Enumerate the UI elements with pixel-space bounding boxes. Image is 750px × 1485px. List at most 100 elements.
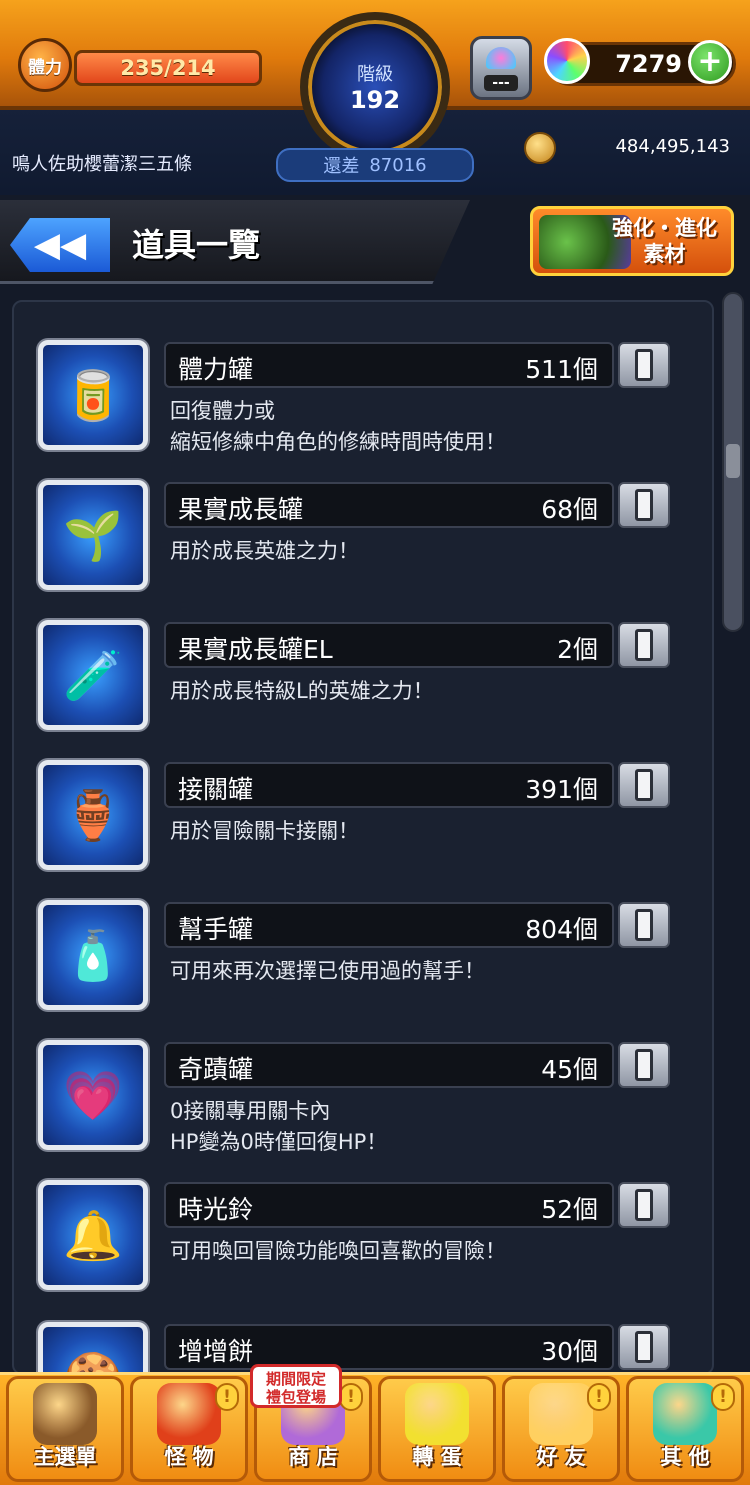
item-count: 30個 — [541, 1337, 598, 1366]
item-row[interactable]: 🧴 幫手罐 804個可用來再次選擇已使用過的幫手！ — [38, 900, 678, 1024]
item-description: 0接關專用關卡內 HP變為0時僅回復HP！ — [170, 1099, 388, 1154]
material-label-line1: 強化・進化 — [612, 216, 717, 240]
rank-badge[interactable]: 階級 192 — [300, 12, 450, 162]
item-info-button[interactable] — [618, 482, 670, 528]
egg-icon — [405, 1383, 469, 1445]
item-description: 可用喚回冒險功能喚回喜歡的冒險！ — [170, 1239, 506, 1263]
material-label-line2: 素材 — [643, 242, 686, 266]
item-count: 52個 — [541, 1195, 598, 1224]
item-description: 用於冒險關卡接關！ — [170, 819, 359, 843]
material-button[interactable]: 強化・進化 素材 — [530, 206, 734, 276]
orb-count: 7279 — [615, 50, 682, 78]
item-header: 時光鈴 52個 — [164, 1182, 614, 1228]
info-icon — [635, 1189, 653, 1221]
item-count: 511個 — [525, 355, 598, 384]
nav-label: 好 友 — [536, 1445, 586, 1469]
can-icon: 🥫 — [38, 340, 148, 450]
gacha-count: --- — [484, 75, 518, 91]
item-row[interactable]: 🔔 時光鈴 52個可用喚回冒險功能喚回喜歡的冒險！ — [38, 1180, 678, 1304]
item-name: 增增餅 — [178, 1337, 254, 1366]
scrollbar-grip[interactable] — [726, 444, 740, 478]
nav-label: 其 他 — [660, 1445, 710, 1469]
item-name: 幫手罐 — [178, 915, 254, 944]
nav-egg[interactable]: 轉 蛋 — [378, 1376, 496, 1482]
info-icon — [635, 769, 653, 801]
back-button[interactable]: ◀◀ — [10, 218, 110, 272]
item-header: 奇蹟罐 45個 — [164, 1042, 614, 1088]
item-description: 用於成長特級L的英雄之力！ — [170, 679, 434, 703]
item-info-button[interactable] — [618, 1324, 670, 1370]
page-title: 道具一覽 — [132, 226, 261, 264]
item-count: 68個 — [541, 495, 598, 524]
item-description: 可用來再次選擇已使用過的幫手！ — [170, 959, 485, 983]
item-info-button[interactable] — [618, 762, 670, 808]
el-bottle-icon: 🧪 — [38, 620, 148, 730]
nav-main-menu[interactable]: 主選單 — [6, 1376, 124, 1482]
main-menu-icon — [33, 1383, 97, 1445]
buy-orb-button[interactable]: + — [688, 40, 732, 84]
coin-icon — [524, 132, 556, 164]
gacha-machine-icon[interactable]: --- — [470, 36, 532, 100]
alert-icon: ! — [339, 1383, 363, 1411]
continue-jar-icon: 🏺 — [38, 760, 148, 870]
info-icon — [635, 489, 653, 521]
miracle-jar-icon: 💗 — [38, 1040, 148, 1150]
info-icon — [635, 909, 653, 941]
alert-icon: ! — [215, 1383, 239, 1411]
material-button-label: 強化・進化 素材 — [612, 215, 717, 267]
sprout-bottle-icon: 🌱 — [38, 480, 148, 590]
info-icon — [635, 1049, 653, 1081]
friends-icon — [529, 1383, 593, 1445]
item-name: 果實成長罐 — [178, 495, 304, 524]
item-count: 45個 — [541, 1055, 598, 1084]
item-description: 用於成長英雄之力！ — [170, 539, 359, 563]
item-header: 增增餅 30個 — [164, 1324, 614, 1370]
orb-icon — [544, 38, 590, 84]
exp-remaining: 還差 87016 — [276, 148, 474, 182]
stamina-bar: 235/214 — [74, 50, 262, 86]
item-name: 時光鈴 — [178, 1195, 254, 1224]
item-description: 回復體力或 縮短修練中角色的修練時間時使用！ — [170, 399, 506, 454]
item-count: 2個 — [557, 635, 598, 664]
time-bell-icon: 🔔 — [38, 1180, 148, 1290]
item-name: 奇蹟罐 — [178, 1055, 254, 1084]
item-count: 804個 — [525, 915, 598, 944]
item-info-button[interactable] — [618, 1182, 670, 1228]
item-info-button[interactable] — [618, 342, 670, 388]
nav-label: 轉 蛋 — [412, 1445, 462, 1469]
item-header: 果實成長罐 68個 — [164, 482, 614, 528]
item-name: 體力罐 — [178, 355, 254, 384]
nav-label: 主選單 — [33, 1445, 97, 1469]
item-row[interactable]: 🧪 果實成長罐EL 2個用於成長特級L的英雄之力！ — [38, 620, 678, 744]
alert-icon: ! — [711, 1383, 735, 1411]
item-name: 果實成長罐EL — [178, 635, 333, 664]
coin-count: 484,495,143 — [615, 136, 730, 157]
item-header: 幫手罐 804個 — [164, 902, 614, 948]
item-info-button[interactable] — [618, 1042, 670, 1088]
nav-other[interactable]: 其 他! — [626, 1376, 744, 1482]
nav-monster[interactable]: 怪 物! — [130, 1376, 248, 1482]
stamina-value: 235/214 — [120, 56, 216, 80]
item-row[interactable]: 💗 奇蹟罐 45個 0接關專用關卡內 HP變為0時僅回復HP！ — [38, 1040, 678, 1164]
gacha-dome-icon — [486, 47, 516, 69]
item-row[interactable]: 🥫 體力罐 511個 回復體力或 縮短修練中角色的修練時間時使用！ — [38, 340, 678, 464]
promo-tag: 期間限定 禮包登場 — [250, 1364, 342, 1408]
helper-jar-icon: 🧴 — [38, 900, 148, 1010]
info-icon — [635, 349, 653, 381]
item-header: 果實成長罐EL 2個 — [164, 622, 614, 668]
nav-friends[interactable]: 好 友! — [502, 1376, 620, 1482]
other-icon — [653, 1383, 717, 1445]
exp-label: 還差 — [323, 156, 360, 177]
alert-icon: ! — [587, 1383, 611, 1411]
item-info-button[interactable] — [618, 902, 670, 948]
info-icon — [635, 1331, 653, 1363]
nav-label: 怪 物 — [164, 1445, 214, 1469]
item-row[interactable]: 🌱 果實成長罐 68個用於成長英雄之力！ — [38, 480, 678, 604]
rank-label: 階級 — [357, 64, 393, 85]
player-name: 鳴人佐助櫻蕾潔三五條 — [12, 154, 192, 175]
item-info-button[interactable] — [618, 622, 670, 668]
stamina-icon: 體力 — [18, 38, 72, 92]
item-count: 391個 — [525, 775, 598, 804]
item-row[interactable]: 🏺 接關罐 391個 用於冒險關卡接關！ — [38, 760, 678, 884]
nav-label: 商 店 — [288, 1445, 338, 1469]
